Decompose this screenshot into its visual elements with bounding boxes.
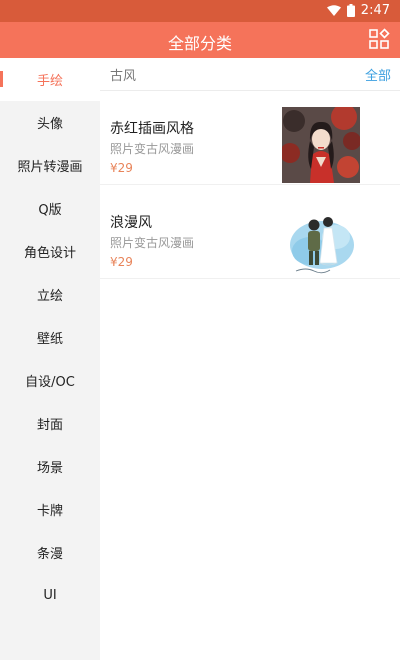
section-header: 古风 全部: [100, 58, 400, 91]
red-ink-illustration-image: [282, 107, 360, 183]
product-name: 赤红插画风格: [110, 121, 194, 137]
sidebar-item-chibi[interactable]: Q版: [0, 187, 100, 230]
category-sidebar: 手绘 头像 照片转漫画 Q版 角色设计 立绘 壁纸 自设/OC 封面 场景 卡牌…: [0, 58, 100, 660]
sidebar-item-label: 照片转漫画: [17, 160, 83, 175]
sidebar-item-label: 头像: [36, 117, 63, 132]
grid-icon: [369, 28, 390, 49]
sidebar-item-label: 场景: [36, 461, 63, 476]
content-panel: 古风 全部 赤红插画风格 照片变古风漫画 ¥29 浪漫风 照片变古风漫画 ¥29: [100, 58, 400, 660]
sidebar-item-hand-drawn[interactable]: 手绘: [0, 58, 100, 101]
status-time: 2:47: [360, 3, 390, 18]
active-indicator: [0, 71, 3, 87]
sidebar-item-label: 卡牌: [36, 504, 63, 519]
sidebar-item-ui[interactable]: UI: [0, 574, 100, 617]
product-subtitle: 照片变古风漫画: [110, 142, 195, 156]
page-title: 全部分类: [167, 34, 232, 53]
view-all-link[interactable]: 全部: [365, 65, 391, 84]
product-thumbnail[interactable]: [282, 201, 360, 277]
product-card[interactable]: 浪漫风 照片变古风漫画 ¥29: [100, 185, 400, 279]
sidebar-item-avatar[interactable]: 头像: [0, 101, 100, 144]
product-card[interactable]: 赤红插画风格 照片变古风漫画 ¥29: [100, 91, 400, 185]
sidebar-item-label: 壁纸: [36, 332, 63, 347]
wifi-icon: [326, 5, 341, 16]
sidebar-item-label: 条漫: [36, 547, 63, 562]
category-grid-button[interactable]: [368, 28, 390, 50]
sidebar-item-label: UI: [43, 588, 57, 603]
battery-icon: [346, 4, 355, 17]
section-title: 古风: [110, 68, 137, 84]
app-bar: 全部分类: [0, 22, 400, 58]
product-name: 浪漫风: [110, 215, 152, 231]
sidebar-item-label: 立绘: [36, 289, 63, 304]
sidebar-item-label: 角色设计: [23, 246, 76, 261]
sidebar-item-photo-to-comic[interactable]: 照片转漫画: [0, 144, 100, 187]
product-price: ¥29: [110, 255, 133, 269]
sidebar-item-card[interactable]: 卡牌: [0, 488, 100, 531]
sidebar-item-wallpaper[interactable]: 壁纸: [0, 316, 100, 359]
couple-watercolor-image: [282, 201, 360, 277]
sidebar-item-cover[interactable]: 封面: [0, 402, 100, 445]
sidebar-item-character-design[interactable]: 角色设计: [0, 230, 100, 273]
sidebar-item-label: 自设/OC: [25, 375, 75, 390]
sidebar-item-label: Q版: [38, 203, 62, 218]
sidebar-item-standing-art[interactable]: 立绘: [0, 273, 100, 316]
status-bar: 2:47: [0, 0, 400, 22]
sidebar-item-scene[interactable]: 场景: [0, 445, 100, 488]
sidebar-item-label: 手绘: [36, 74, 63, 89]
sidebar-item-oc[interactable]: 自设/OC: [0, 359, 100, 402]
product-subtitle: 照片变古风漫画: [110, 236, 195, 250]
product-thumbnail[interactable]: [282, 107, 360, 183]
product-price: ¥29: [110, 161, 133, 175]
sidebar-item-label: 封面: [36, 418, 63, 433]
sidebar-item-strip-comic[interactable]: 条漫: [0, 531, 100, 574]
